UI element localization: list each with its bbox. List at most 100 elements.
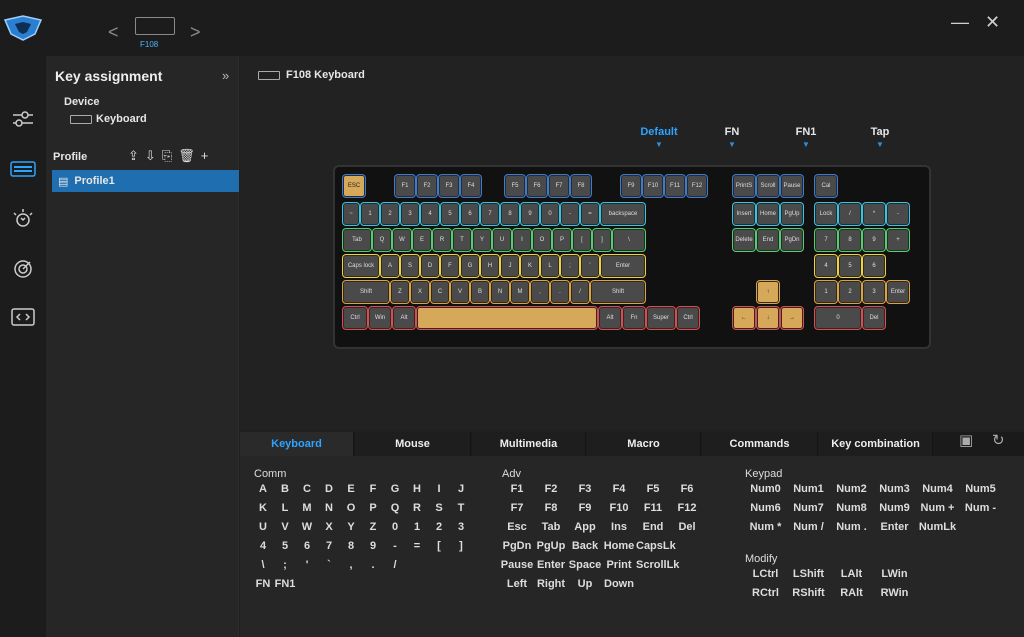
comm-key[interactable]: = xyxy=(406,538,428,555)
comm-key[interactable]: 5 xyxy=(274,538,296,555)
keyboard-key[interactable]: Pause xyxy=(781,175,803,197)
modify-key[interactable]: LShift xyxy=(787,566,830,583)
keyboard-key[interactable]: 8 xyxy=(501,203,519,225)
comm-key[interactable]: P xyxy=(362,500,384,517)
keyboard-key[interactable]: 4 xyxy=(815,255,837,277)
adv-key[interactable]: Down xyxy=(602,576,636,593)
keyboard-key[interactable]: Insert xyxy=(733,203,755,225)
comm-key[interactable]: / xyxy=(384,557,406,574)
next-device-button[interactable]: > xyxy=(190,22,201,43)
comm-key[interactable]: F xyxy=(362,481,384,498)
keyboard-key[interactable]: F10 xyxy=(643,175,663,197)
comm-key[interactable]: V xyxy=(274,519,296,536)
adv-key[interactable]: F9 xyxy=(568,500,602,517)
keypad-key[interactable]: Num + xyxy=(916,500,959,517)
keypad-key[interactable]: Num0 xyxy=(744,481,787,498)
tab-key-combination[interactable]: Key combination xyxy=(819,432,933,456)
keyboard-key[interactable]: * xyxy=(863,203,885,225)
adv-key[interactable]: CapsLk xyxy=(636,538,676,555)
adv-key[interactable]: Left xyxy=(500,576,534,593)
keyboard-key[interactable]: Del xyxy=(863,307,885,329)
keyboard-key[interactable]: ↓ xyxy=(757,307,779,329)
comm-key[interactable]: FN xyxy=(252,576,274,593)
tab-macro[interactable]: Macro xyxy=(587,432,701,456)
modify-key[interactable]: LWin xyxy=(873,566,916,583)
keyboard-key[interactable]: Enter xyxy=(887,281,909,303)
keyboard-key[interactable]: F5 xyxy=(505,175,525,197)
comm-key[interactable]: ' xyxy=(296,557,318,574)
keypad-key[interactable]: Num - xyxy=(959,500,1002,517)
keyboard-key[interactable]: F1 xyxy=(395,175,415,197)
adv-key[interactable]: Esc xyxy=(500,519,534,536)
keyboard-key[interactable]: O xyxy=(533,229,551,251)
adv-key[interactable]: PgUp xyxy=(534,538,568,555)
keyboard-key[interactable]: 8 xyxy=(839,229,861,251)
adv-key[interactable]: Up xyxy=(568,576,602,593)
adv-key[interactable]: F3 xyxy=(568,481,602,498)
keypad-key[interactable]: Num7 xyxy=(787,500,830,517)
keypad-key[interactable]: Num8 xyxy=(830,500,873,517)
keyboard-key[interactable]: → xyxy=(781,307,803,329)
keyboard-key[interactable]: L xyxy=(541,255,559,277)
keyboard-key[interactable]: R xyxy=(433,229,451,251)
keyboard-key[interactable]: A xyxy=(381,255,399,277)
adv-key[interactable]: F10 xyxy=(602,500,636,517)
keyboard-key[interactable]: Cal xyxy=(815,175,837,197)
keyboard-key[interactable]: 3 xyxy=(863,281,885,303)
keyboard-key[interactable]: Enter xyxy=(601,255,645,277)
keyboard-key[interactable]: ] xyxy=(593,229,611,251)
keyboard-key[interactable]: Lock xyxy=(815,203,837,225)
adv-key[interactable]: App xyxy=(568,519,602,536)
comm-key[interactable]: 9 xyxy=(362,538,384,555)
import-icon[interactable]: ⇩ xyxy=(145,148,156,164)
keyboard-key[interactable]: ESC xyxy=(343,175,365,197)
keyboard-key[interactable]: = xyxy=(581,203,599,225)
keyboard-key[interactable]: 4 xyxy=(421,203,439,225)
keyboard-key[interactable]: 7 xyxy=(481,203,499,225)
adv-key[interactable]: ScrollLk xyxy=(636,557,679,574)
keyboard-key[interactable]: 2 xyxy=(839,281,861,303)
keyboard-key[interactable]: PgUp xyxy=(781,203,803,225)
keypad-key[interactable]: Num6 xyxy=(744,500,787,517)
adv-key[interactable]: Space xyxy=(568,557,602,574)
save-icon[interactable]: ▣ xyxy=(959,431,973,449)
comm-key[interactable]: M xyxy=(296,500,318,517)
keyboard-key[interactable]: C xyxy=(431,281,449,303)
keypad-key[interactable]: Enter xyxy=(873,519,916,536)
keyboard-key[interactable]: 5 xyxy=(441,203,459,225)
comm-key[interactable]: S xyxy=(428,500,450,517)
keyboard-key[interactable]: F11 xyxy=(665,175,685,197)
keyboard-icon[interactable] xyxy=(10,156,36,182)
comm-key[interactable]: L xyxy=(274,500,296,517)
keyboard-key[interactable]: Tab xyxy=(343,229,371,251)
keyboard-key[interactable]: End xyxy=(757,229,779,251)
keyboard-key[interactable]: S xyxy=(401,255,419,277)
comm-key[interactable]: ; xyxy=(274,557,296,574)
keyboard-key[interactable]: F7 xyxy=(549,175,569,197)
tab-multimedia[interactable]: Multimedia xyxy=(472,432,586,456)
comm-key[interactable]: B xyxy=(274,481,296,498)
keyboard-key[interactable]: Win xyxy=(369,307,391,329)
keypad-key[interactable]: NumLk xyxy=(916,519,959,536)
device-entry[interactable]: Keyboard xyxy=(70,113,147,125)
keyboard-key[interactable]: F xyxy=(441,255,459,277)
adv-key[interactable]: Back xyxy=(568,538,602,555)
comm-key[interactable]: FN1 xyxy=(274,576,296,593)
keyboard-key[interactable]: ← xyxy=(733,307,755,329)
comm-key[interactable]: , xyxy=(340,557,362,574)
keyboard-key[interactable]: 2 xyxy=(381,203,399,225)
comm-key[interactable]: A xyxy=(252,481,274,498)
keyboard-key[interactable]: Home xyxy=(757,203,779,225)
keyboard-key[interactable]: E xyxy=(413,229,431,251)
keyboard-key[interactable]: backspace xyxy=(601,203,645,225)
keypad-key[interactable]: Num / xyxy=(787,519,830,536)
keypad-key[interactable]: Num4 xyxy=(916,481,959,498)
modify-key[interactable]: RWin xyxy=(873,585,916,602)
adv-key[interactable]: Enter xyxy=(534,557,568,574)
comm-key[interactable]: 2 xyxy=(428,519,450,536)
keyboard-key[interactable]: F8 xyxy=(571,175,591,197)
keyboard-key[interactable]: PgDn xyxy=(781,229,803,251)
comm-key[interactable]: G xyxy=(384,481,406,498)
comm-key[interactable]: 7 xyxy=(318,538,340,555)
comm-key[interactable]: . xyxy=(362,557,384,574)
